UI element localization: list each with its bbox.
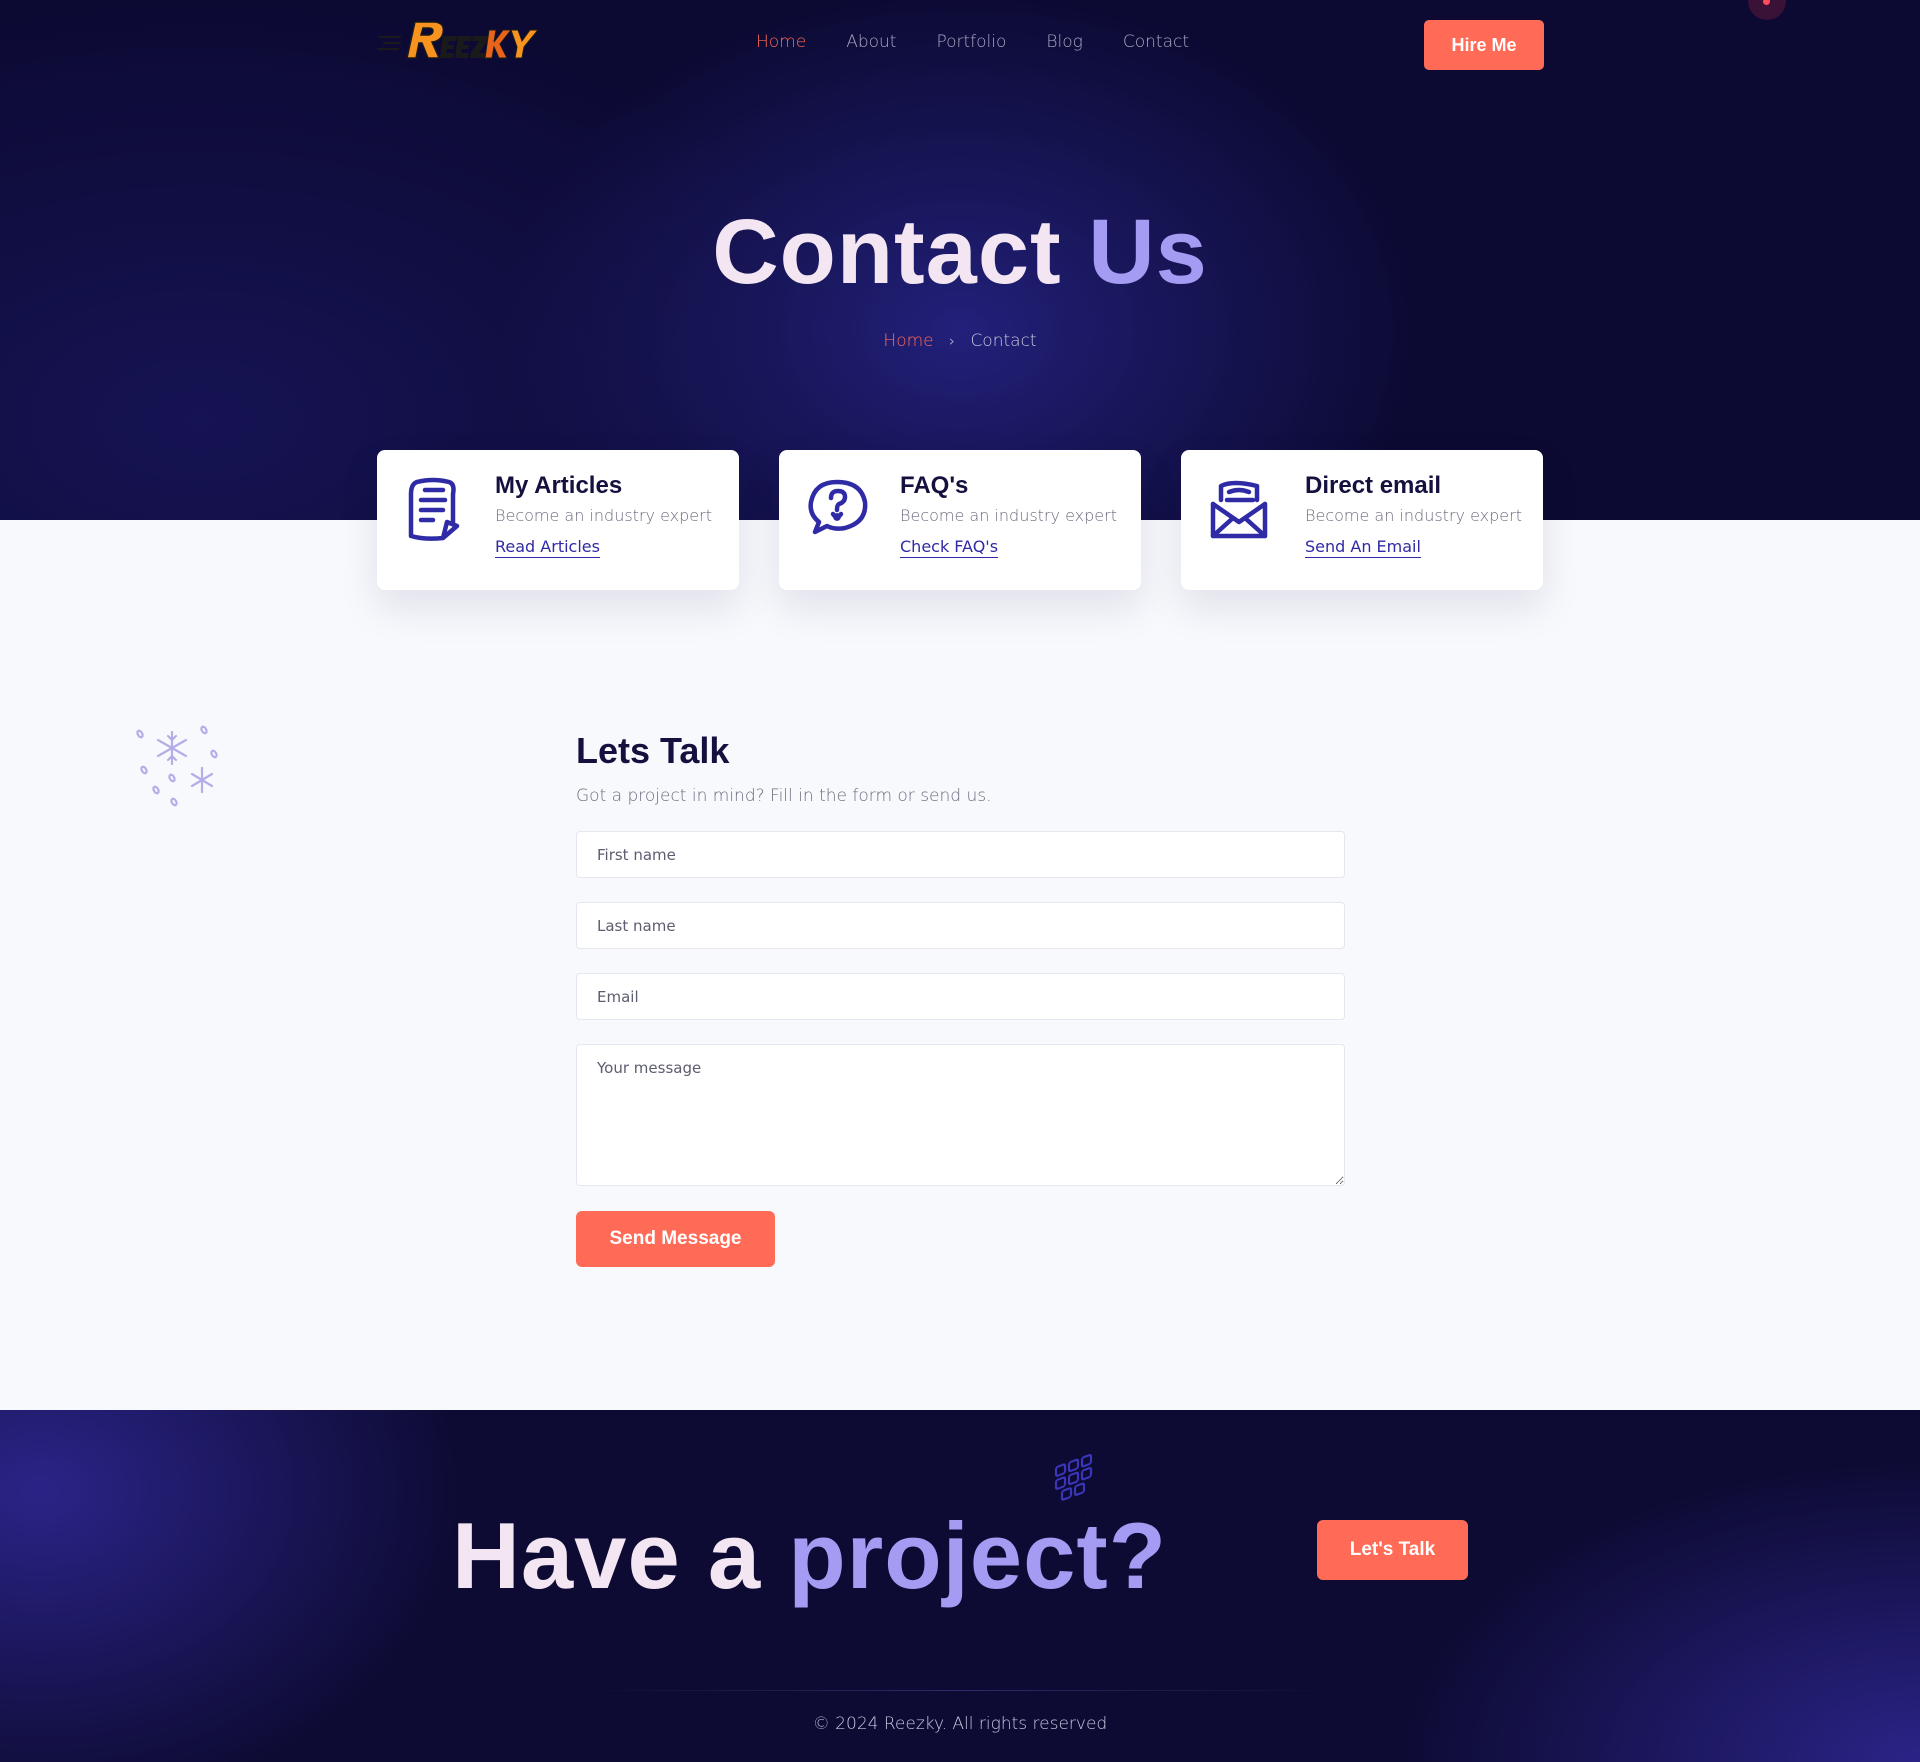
floating-dot-decoration — [1748, 0, 1786, 20]
logo-graphic — [377, 21, 540, 59]
card-email: Direct email Become an industry expert S… — [1181, 450, 1543, 590]
page-title: Contact Us — [0, 200, 1920, 305]
envelope-open-icon — [1207, 474, 1271, 546]
card-faqs-title: FAQ's — [900, 472, 969, 499]
page-title-part1: Contact — [712, 201, 1062, 303]
message-textarea[interactable] — [576, 1044, 1345, 1186]
read-articles-link[interactable]: Read Articles — [495, 537, 600, 558]
check-faqs-link[interactable]: Check FAQ's — [900, 537, 999, 558]
card-email-title: Direct email — [1305, 472, 1442, 499]
nav-blog[interactable]: Blog — [1046, 32, 1082, 52]
main-nav: Home About Portfolio Blog Contact — [756, 32, 1229, 52]
first-name-input[interactable] — [576, 831, 1345, 878]
contact-cards: My Articles Become an industry expert Re… — [377, 450, 1543, 590]
card-articles-title: My Articles — [495, 472, 623, 499]
grid-pattern-icon — [1054, 1452, 1096, 1502]
cta-heading: Have a project? — [452, 1502, 1167, 1610]
cta-heading-part1: Have a — [452, 1503, 762, 1608]
card-faqs-subtitle: Become an industry expert — [900, 506, 1117, 525]
copyright-text: © 2024 Reezky. All rights reserved — [812, 1714, 1108, 1734]
breadcrumb: Home › Contact — [0, 331, 1920, 351]
contact-form: Send Message — [576, 831, 1345, 1267]
navbar: Home About Portfolio Blog Contact Hire M… — [0, 0, 1920, 90]
send-message-button[interactable]: Send Message — [576, 1211, 775, 1267]
question-chat-icon — [805, 474, 869, 546]
card-articles-subtitle: Become an industry expert — [495, 506, 712, 525]
card-articles: My Articles Become an industry expert Re… — [377, 450, 739, 590]
hire-me-button[interactable]: Hire Me — [1424, 20, 1544, 70]
page-title-part2: Us — [1088, 201, 1208, 303]
nav-about[interactable]: About — [846, 32, 896, 52]
nav-contact[interactable]: Contact — [1123, 32, 1189, 52]
last-name-input[interactable] — [576, 902, 1345, 949]
card-email-subtitle: Become an industry expert — [1305, 506, 1522, 525]
document-icon — [403, 474, 467, 546]
breadcrumb-current: Contact — [970, 331, 1037, 351]
brand-logo[interactable] — [377, 14, 557, 68]
contact-form-section: Lets Talk Got a project in mind? Fill in… — [576, 730, 1345, 1267]
email-input[interactable] — [576, 973, 1345, 1020]
footer: Have a project? Let's Talk © 2024 Reezky… — [0, 1410, 1920, 1762]
lets-talk-button[interactable]: Let's Talk — [1317, 1520, 1468, 1580]
chevron-right-icon: › — [949, 332, 956, 350]
cta-heading-part2: project? — [788, 1503, 1168, 1608]
card-faqs-body: FAQ's Become an industry expert Check FA… — [900, 472, 1117, 558]
hero-section: Home About Portfolio Blog Contact Hire M… — [0, 0, 1920, 520]
form-title: Lets Talk — [576, 730, 730, 771]
card-faqs: FAQ's Become an industry expert Check FA… — [779, 450, 1141, 590]
card-articles-body: My Articles Become an industry expert Re… — [495, 472, 712, 558]
nav-portfolio[interactable]: Portfolio — [936, 32, 1006, 52]
footer-divider — [580, 1690, 1340, 1691]
breadcrumb-home-link[interactable]: Home — [883, 331, 933, 351]
form-subtitle: Got a project in mind? Fill in the form … — [576, 786, 992, 806]
send-email-link[interactable]: Send An Email — [1305, 537, 1421, 558]
nav-home[interactable]: Home — [756, 32, 806, 52]
snowflake-icon — [130, 720, 226, 812]
card-email-body: Direct email Become an industry expert S… — [1305, 472, 1522, 558]
